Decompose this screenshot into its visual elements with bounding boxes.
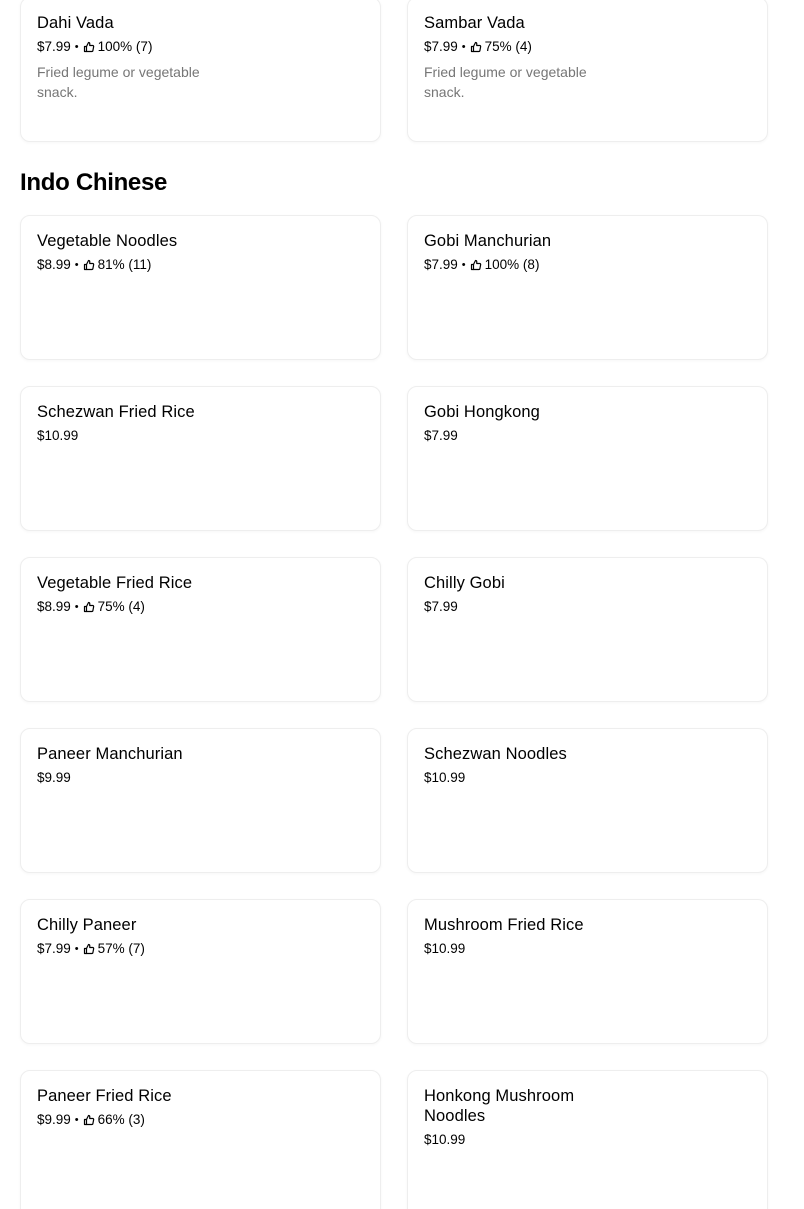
menu-item-card[interactable]: Paneer Fried Rice $9.99 • 66% (3) (20, 1070, 381, 1209)
item-price: $10.99 (424, 941, 466, 956)
thumbs-up-icon (470, 41, 482, 53)
item-rating: 75% (4) (484, 39, 532, 54)
item-rating: 75% (4) (97, 599, 145, 614)
item-name: Sambar Vada (424, 14, 525, 32)
menu-item-card[interactable]: Dahi Vada $7.99 • 100% (7) Fried legume … (20, 0, 381, 142)
menu-item-card[interactable]: Honkong Mushroom Noodles $10.99 (407, 1070, 768, 1209)
item-rating: 100% (7) (97, 39, 153, 54)
item-meta: $9.99 (37, 769, 257, 787)
separator-dot: • (461, 41, 466, 53)
item-meta: $7.99 • 75% (4) (424, 38, 644, 56)
menu-item-card[interactable]: Chilly Gobi $7.99 (407, 557, 768, 702)
item-name: Mushroom Fried Rice (424, 916, 584, 934)
item-name: Honkong Mushroom Noodles (424, 1087, 575, 1125)
item-price: $8.99 (37, 257, 71, 272)
item-price: $7.99 (424, 39, 458, 54)
item-price: $9.99 (37, 770, 71, 785)
item-meta: $10.99 (424, 769, 644, 787)
menu-page: Dahi Vada $7.99 • 100% (7) Fried legume … (0, 0, 804, 1209)
item-name: Vegetable Noodles (37, 232, 178, 250)
thumbs-up-icon (83, 259, 95, 271)
menu-item-card[interactable]: Vegetable Noodles $8.99 • 81% (11) (20, 215, 381, 360)
thumbs-up-icon (83, 601, 95, 613)
item-price: $7.99 (37, 941, 71, 956)
item-meta: $7.99 • 57% (7) (37, 940, 257, 958)
item-meta: $7.99 (424, 427, 644, 445)
item-meta: $10.99 (424, 1131, 604, 1149)
separator-dot: • (74, 1114, 79, 1126)
menu-item-card[interactable]: Schezwan Noodles $10.99 (407, 728, 768, 873)
item-meta: $10.99 (424, 940, 644, 958)
item-meta: $8.99 • 75% (4) (37, 598, 257, 616)
item-meta: $7.99 (424, 598, 644, 616)
item-rating: 100% (8) (484, 257, 540, 272)
item-name: Chilly Paneer (37, 916, 137, 934)
separator-dot: • (461, 259, 466, 271)
thumbs-up-icon (83, 1114, 95, 1126)
separator-dot: • (74, 259, 79, 271)
thumbs-up-icon (470, 259, 482, 271)
item-name: Schezwan Noodles (424, 745, 567, 763)
item-description: Fried legume or vegetable snack. (37, 64, 200, 100)
menu-item-card[interactable]: Gobi Manchurian $7.99 • 100% (8) (407, 215, 768, 360)
item-price: $8.99 (37, 599, 71, 614)
item-rating: 81% (11) (97, 257, 152, 272)
item-description: Fried legume or vegetable snack. (424, 64, 587, 100)
separator-dot: • (74, 943, 79, 955)
menu-item-card[interactable]: Schezwan Fried Rice $10.99 (20, 386, 381, 531)
item-name: Paneer Fried Rice (37, 1087, 172, 1105)
item-price: $7.99 (424, 599, 458, 614)
item-price: $10.99 (37, 428, 79, 443)
item-price: $7.99 (424, 428, 458, 443)
item-name: Gobi Manchurian (424, 232, 552, 250)
item-meta: $10.99 (37, 427, 257, 445)
thumbs-up-icon (83, 41, 95, 53)
item-name: Chilly Gobi (424, 574, 505, 592)
item-rating: 57% (7) (97, 941, 145, 956)
menu-item-card[interactable]: Chilly Paneer $7.99 • 57% (7) (20, 899, 381, 1044)
item-name: Vegetable Fried Rice (37, 574, 193, 592)
item-meta: $7.99 • 100% (8) (424, 256, 644, 274)
menu-item-card[interactable]: Paneer Manchurian $9.99 (20, 728, 381, 873)
menu-item-card[interactable]: Sambar Vada $7.99 • 75% (4) Fried legume… (407, 0, 768, 142)
item-meta: $8.99 • 81% (11) (37, 256, 257, 274)
item-meta: $7.99 • 100% (7) (37, 38, 257, 56)
item-meta: $9.99 • 66% (3) (37, 1111, 257, 1129)
separator-dot: • (74, 41, 79, 53)
item-name: Paneer Manchurian (37, 745, 183, 763)
item-name: Schezwan Fried Rice (37, 403, 195, 421)
menu-item-card[interactable]: Gobi Hongkong $7.99 (407, 386, 768, 531)
item-price: $7.99 (37, 39, 71, 54)
section-title: Indo Chinese (20, 169, 168, 196)
item-price: $7.99 (424, 257, 458, 272)
item-price: $10.99 (424, 1132, 466, 1147)
menu-item-card[interactable]: Vegetable Fried Rice $8.99 • 75% (4) (20, 557, 381, 702)
separator-dot: • (74, 601, 79, 613)
item-price: $9.99 (37, 1112, 71, 1127)
item-price: $10.99 (424, 770, 466, 785)
thumbs-up-icon (83, 943, 95, 955)
item-rating: 66% (3) (97, 1112, 145, 1127)
item-name: Gobi Hongkong (424, 403, 540, 421)
menu-item-card[interactable]: Mushroom Fried Rice $10.99 (407, 899, 768, 1044)
item-name: Dahi Vada (37, 14, 114, 32)
